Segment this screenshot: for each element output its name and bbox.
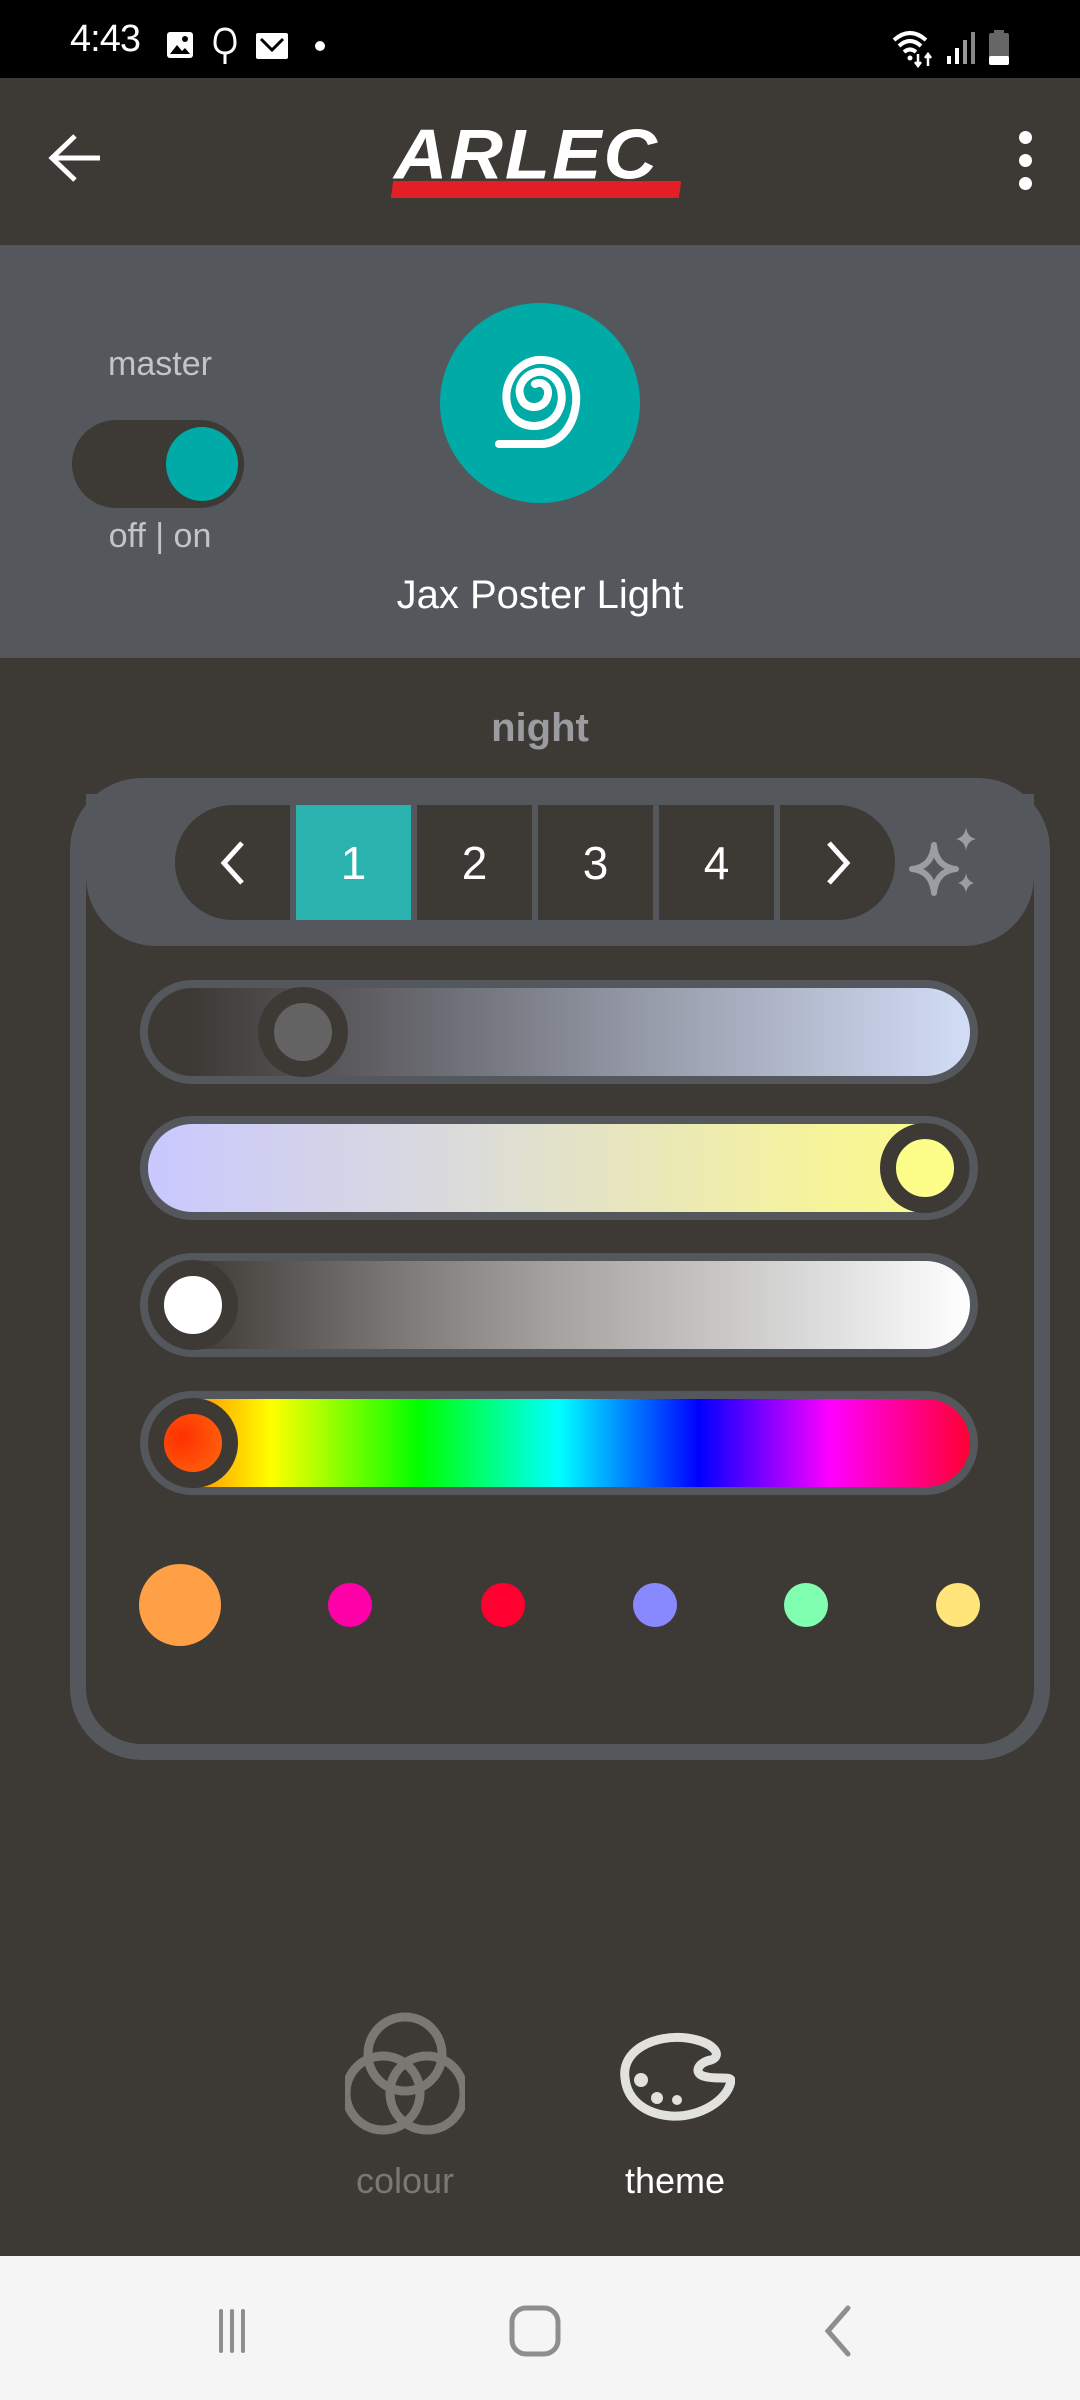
back-button[interactable] <box>40 118 110 198</box>
status-time: 4:43 <box>70 18 141 60</box>
tab-colour-label: colour <box>355 2160 455 2201</box>
toggle-caption: off | on <box>108 517 212 555</box>
theme-name: night <box>491 706 589 750</box>
effects-button[interactable] <box>900 815 1000 915</box>
hue-track <box>148 1398 970 1488</box>
white-thumb[interactable] <box>148 1260 238 1350</box>
master-label: master <box>108 345 212 383</box>
temperature-track <box>148 1123 970 1213</box>
mail-icon <box>256 33 288 59</box>
brightness-track <box>148 987 970 1077</box>
more-vertical-icon <box>1018 131 1032 144</box>
recents-icon <box>219 2309 245 2353</box>
white-track <box>148 1260 970 1350</box>
home-icon <box>509 2305 561 2357</box>
page-button-1[interactable]: 1 <box>296 805 411 920</box>
preset-color-dot[interactable] <box>328 1583 372 1627</box>
battery-icon <box>989 30 1009 65</box>
page-button-2[interactable]: 2 <box>417 805 532 920</box>
app-header: ARLEC <box>0 78 1080 245</box>
next-page-button[interactable] <box>780 805 895 920</box>
palette-icon <box>620 2032 735 2121</box>
chevron-left-icon <box>220 840 244 885</box>
page-selector: 1 2 3 4 <box>175 805 895 920</box>
temperature-thumb[interactable] <box>880 1123 970 1213</box>
preset-color-dot[interactable] <box>784 1583 828 1627</box>
back-icon <box>824 2305 851 2357</box>
prev-page-button[interactable] <box>175 805 290 920</box>
dot-icon <box>315 41 325 51</box>
arrow-left-icon <box>48 134 100 182</box>
signal-icon <box>947 32 975 64</box>
preset-color-dot[interactable] <box>139 1564 221 1646</box>
sparkles-icon <box>909 827 976 896</box>
arlec-logo: ARLEC <box>388 115 693 203</box>
hue-thumb[interactable] <box>148 1398 238 1488</box>
page-button-4[interactable]: 4 <box>659 805 774 920</box>
preset-color-dot[interactable] <box>633 1583 677 1627</box>
tab-colour[interactable]: colour <box>305 2010 505 2230</box>
system-nav-bar <box>0 2256 1080 2400</box>
gallery-icon <box>167 32 193 58</box>
system-back-button[interactable] <box>798 2296 878 2366</box>
chevron-right-icon <box>826 840 850 885</box>
brightness-slider[interactable] <box>140 980 978 1084</box>
device-name: Jax Poster Light <box>396 573 684 617</box>
status-bar: 4:43 <box>0 0 1080 78</box>
page-button-3[interactable]: 3 <box>538 805 653 920</box>
hue-slider[interactable] <box>140 1391 978 1495</box>
home-button[interactable] <box>495 2296 575 2366</box>
white-slider[interactable] <box>140 1253 978 1357</box>
preset-color-dot[interactable] <box>481 1583 525 1627</box>
wifi-icon <box>892 31 932 68</box>
recents-button[interactable] <box>192 2296 272 2366</box>
preset-color-dot[interactable] <box>936 1583 980 1627</box>
tab-theme[interactable]: theme <box>575 2010 775 2230</box>
color-circles-icon <box>345 2012 465 2135</box>
temperature-slider[interactable] <box>140 1116 978 1220</box>
master-toggle[interactable] <box>72 420 244 508</box>
spiral-strip-icon <box>495 355 581 448</box>
logo-red-bar <box>390 181 682 198</box>
brightness-thumb[interactable] <box>257 987 348 1077</box>
tree-icon <box>213 27 237 64</box>
device-panel: master off | on Jax Poster Light <box>0 245 1080 658</box>
device-icon-button[interactable] <box>440 303 640 503</box>
tab-theme-label: theme <box>624 2160 726 2201</box>
toggle-knob <box>166 427 238 501</box>
overflow-menu-button[interactable] <box>1000 118 1050 203</box>
